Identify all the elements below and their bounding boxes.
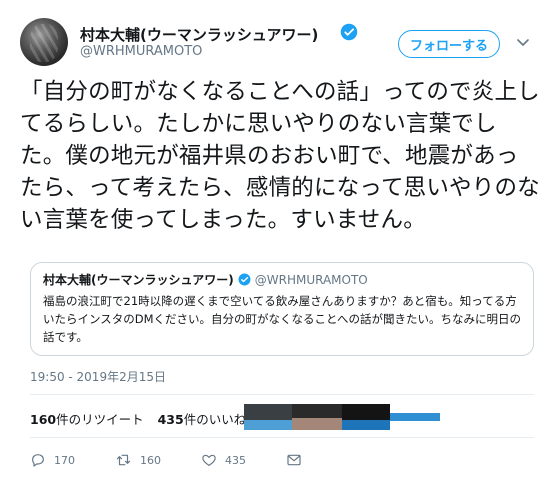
verified-badge-icon [340, 23, 358, 41]
quoted-tweet-text: 福島の浪江町で21時以降の遅くまで空いてる飲み屋さんありますか？あと宿も。知って… [43, 294, 521, 344]
reply-icon [32, 454, 44, 467]
like-count: 435 [225, 453, 246, 467]
quoted-handle: @WRHMURAMOTO [254, 272, 368, 287]
retweet-button[interactable]: 160 [115, 452, 161, 468]
direct-message-button[interactable] [286, 452, 302, 468]
divider [30, 437, 534, 438]
engagement-stats: 160件のリツイート 435件のいいね [30, 409, 246, 428]
quoted-tweet[interactable]: 村本大輔(ウーマンラッシュアワー) @WRHMURAMOTO 福島の浪江町で21… [30, 262, 534, 356]
tweet-actions: 170 160 435 [30, 452, 342, 468]
redacted-avatars [244, 404, 440, 430]
retweet-stat-label: 件のリツイート [56, 412, 144, 427]
retweet-icon [116, 454, 131, 466]
retweet-count: 160 [140, 453, 161, 467]
like-stat[interactable]: 435件のいいね [158, 409, 247, 428]
tweet-text: 「自分の町がなくなることへの話」ってので炎上してるらしい。たしかに思いやりのない… [20, 79, 540, 233]
reply-button[interactable]: 170 [30, 452, 75, 468]
display-name[interactable]: 村本大輔(ウーマンラッシュアワー) [80, 24, 318, 45]
avatar[interactable] [20, 18, 68, 66]
tweet-timestamp[interactable]: 19:50 - 2019年2月15日 [30, 368, 166, 385]
retweet-stat[interactable]: 160件のリツイート [30, 409, 144, 428]
like-stat-label: 件のいいね [183, 412, 247, 427]
retweet-stat-count: 160 [30, 412, 57, 427]
quoted-display-name: 村本大輔(ウーマンラッシュアワー) [43, 273, 234, 287]
heart-icon [202, 454, 216, 466]
envelope-icon [287, 454, 301, 466]
divider [30, 394, 534, 395]
like-stat-count: 435 [157, 412, 184, 427]
chevron-down-icon[interactable] [516, 38, 530, 48]
reply-count: 170 [54, 453, 75, 467]
verified-badge-icon [238, 273, 251, 286]
follow-button[interactable]: フォローする [398, 30, 500, 58]
like-button[interactable]: 435 [201, 452, 246, 468]
user-handle[interactable]: @WRHMURAMOTO [80, 44, 202, 59]
quoted-tweet-header: 村本大輔(ウーマンラッシュアワー) @WRHMURAMOTO [43, 271, 521, 288]
